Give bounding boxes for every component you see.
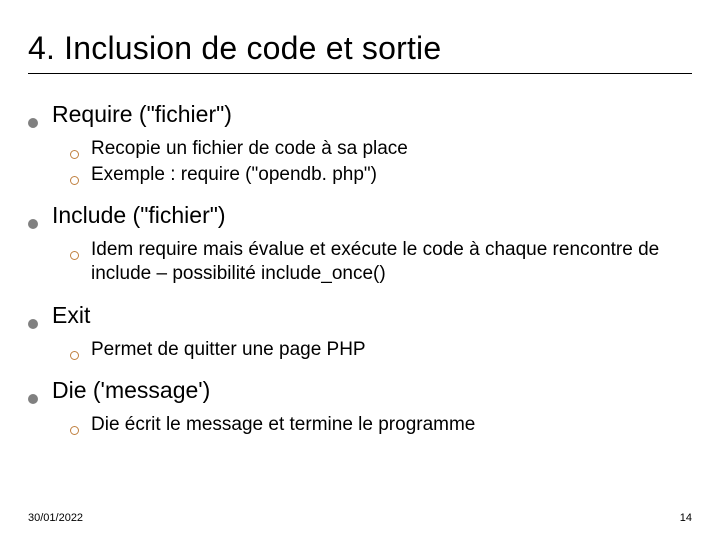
list-item: Include ("fichier") Idem require mais év… bbox=[28, 201, 692, 286]
level2-list: Idem require mais évalue et exécute le c… bbox=[70, 238, 692, 287]
list-item: Die écrit le message et termine le progr… bbox=[70, 413, 692, 437]
level2-list: Recopie un fichier de code à sa place Ex… bbox=[70, 137, 692, 188]
title-divider bbox=[28, 73, 692, 74]
level2-label: Permet de quitter une page PHP bbox=[91, 338, 366, 362]
bullet-ring-icon bbox=[70, 176, 79, 185]
level1-label: Exit bbox=[52, 301, 90, 330]
list-item: Exemple : require ("opendb. php") bbox=[70, 163, 692, 187]
level2-list: Die écrit le message et termine le progr… bbox=[70, 413, 692, 437]
level2-label: Die écrit le message et termine le progr… bbox=[91, 413, 475, 437]
level1-label: Die ('message') bbox=[52, 376, 210, 405]
level1-label: Require ("fichier") bbox=[52, 100, 232, 129]
slide-title: 4. Inclusion de code et sortie bbox=[28, 30, 692, 67]
bullet-ring-icon bbox=[70, 351, 79, 360]
level2-label: Exemple : require ("opendb. php") bbox=[91, 163, 377, 187]
level2-label: Idem require mais évalue et exécute le c… bbox=[91, 238, 692, 287]
bullet-dot-icon bbox=[28, 319, 38, 329]
bullet-dot-icon bbox=[28, 118, 38, 128]
footer: 30/01/2022 14 bbox=[28, 512, 692, 524]
bullet-ring-icon bbox=[70, 251, 79, 260]
level2-label: Recopie un fichier de code à sa place bbox=[91, 137, 408, 161]
slide: 4. Inclusion de code et sortie Require (… bbox=[0, 0, 720, 540]
level1-label: Include ("fichier") bbox=[52, 201, 226, 230]
list-item: Idem require mais évalue et exécute le c… bbox=[70, 238, 692, 287]
bullet-ring-icon bbox=[70, 426, 79, 435]
list-item: Die ('message') Die écrit le message et … bbox=[28, 376, 692, 437]
list-item: Require ("fichier") Recopie un fichier d… bbox=[28, 100, 692, 187]
level2-list: Permet de quitter une page PHP bbox=[70, 338, 692, 362]
level1-list: Require ("fichier") Recopie un fichier d… bbox=[28, 100, 692, 437]
bullet-dot-icon bbox=[28, 219, 38, 229]
list-item: Permet de quitter une page PHP bbox=[70, 338, 692, 362]
bullet-dot-icon bbox=[28, 394, 38, 404]
bullet-ring-icon bbox=[70, 150, 79, 159]
list-item: Recopie un fichier de code à sa place bbox=[70, 137, 692, 161]
list-item: Exit Permet de quitter une page PHP bbox=[28, 301, 692, 362]
footer-date: 30/01/2022 bbox=[28, 512, 83, 524]
footer-page-number: 14 bbox=[680, 512, 692, 524]
